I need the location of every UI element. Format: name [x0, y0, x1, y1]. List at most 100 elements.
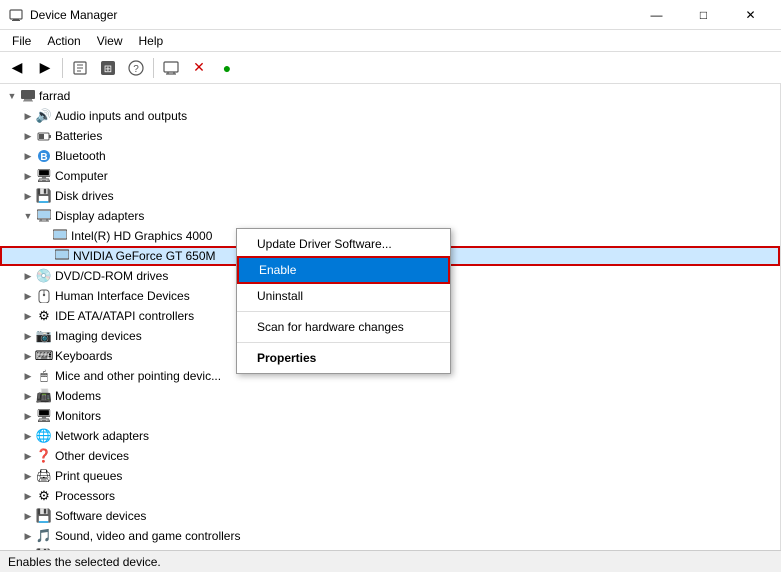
expand-arrow-processors[interactable]: ▶: [20, 486, 36, 506]
expand-arrow-intel: [36, 226, 52, 246]
tree-item-sound[interactable]: ▶ 🎵 Sound, video and game controllers: [0, 526, 780, 546]
menu-view[interactable]: View: [89, 32, 131, 50]
batteries-icon: [36, 128, 52, 144]
expand-arrow-print[interactable]: ▶: [20, 466, 36, 486]
ctx-sep-1: [237, 311, 450, 312]
tree-item-computer[interactable]: ▶ 🖥 Computer: [0, 166, 780, 186]
forward-button[interactable]: ▶: [32, 55, 58, 81]
batteries-label: Batteries: [55, 129, 102, 143]
intel-icon: [52, 228, 68, 244]
add-button[interactable]: ●: [214, 55, 240, 81]
expand-arrow-hid[interactable]: ▶: [20, 286, 36, 306]
hid-icon: [36, 288, 52, 304]
help-button[interactable]: ?: [123, 55, 149, 81]
sound-label: Sound, video and game controllers: [55, 529, 240, 543]
tree-item-audio[interactable]: ▶ 🔊 Audio inputs and outputs: [0, 106, 780, 126]
back-button[interactable]: ◀: [4, 55, 30, 81]
print-icon: 🖨: [36, 468, 52, 484]
tree-item-modems[interactable]: ▶ 📠 Modems: [0, 386, 780, 406]
ctx-enable[interactable]: Enable: [237, 256, 450, 284]
expand-arrow-storage[interactable]: ▶: [20, 546, 36, 550]
expand-arrow-dvd[interactable]: ▶: [20, 266, 36, 286]
dvd-label: DVD/CD-ROM drives: [55, 269, 168, 283]
maximize-button[interactable]: □: [681, 0, 726, 30]
expand-arrow-computer[interactable]: ▶: [20, 166, 36, 186]
window-controls[interactable]: — □ ✕: [634, 0, 773, 30]
tree-item-software[interactable]: ▶ 💾 Software devices: [0, 506, 780, 526]
tree-item-other[interactable]: ▶ ❓ Other devices: [0, 446, 780, 466]
storage-label: Storage controllers: [55, 549, 156, 550]
audio-icon: 🔊: [36, 108, 52, 124]
expand-arrow-bluetooth[interactable]: ▶: [20, 146, 36, 166]
tree-item-batteries[interactable]: ▶ Batteries: [0, 126, 780, 146]
expand-arrow-monitors[interactable]: ▶: [20, 406, 36, 426]
context-menu: Update Driver Software... Enable Uninsta…: [236, 228, 451, 374]
other-label: Other devices: [55, 449, 129, 463]
toolbar-separator-1: [62, 58, 63, 78]
software-icon: 💾: [36, 508, 52, 524]
tree-item-processors[interactable]: ▶ ⚙ Processors: [0, 486, 780, 506]
ctx-uninstall[interactable]: Uninstall: [237, 284, 450, 308]
ctx-properties[interactable]: Properties: [237, 346, 450, 370]
monitors-label: Monitors: [55, 409, 101, 423]
status-text: Enables the selected device.: [8, 555, 161, 569]
scan-button[interactable]: ⊞: [95, 55, 121, 81]
root-label: farrad: [39, 89, 70, 103]
storage-icon: 💾: [36, 548, 52, 550]
bluetooth-icon: B: [36, 148, 52, 164]
computer-label: Computer: [55, 169, 108, 183]
menu-file[interactable]: File: [4, 32, 39, 50]
remove-button[interactable]: ✕: [186, 55, 212, 81]
expand-arrow-network[interactable]: ▶: [20, 426, 36, 446]
expand-arrow-keyboards[interactable]: ▶: [20, 346, 36, 366]
hid-label: Human Interface Devices: [55, 289, 190, 303]
menu-help[interactable]: Help: [131, 32, 172, 50]
other-icon: ❓: [36, 448, 52, 464]
disk-icon: 💾: [36, 188, 52, 204]
title-bar: Device Manager — □ ✕: [0, 0, 781, 30]
expand-arrow-modems[interactable]: ▶: [20, 386, 36, 406]
nvidia-label: NVIDIA GeForce GT 650M: [73, 249, 216, 263]
tree-item-disk[interactable]: ▶ 💾 Disk drives: [0, 186, 780, 206]
expand-arrow-audio[interactable]: ▶: [20, 106, 36, 126]
properties-button[interactable]: [67, 55, 93, 81]
tree-item-storage[interactable]: ▶ 💾 Storage controllers: [0, 546, 780, 550]
expand-arrow-sound[interactable]: ▶: [20, 526, 36, 546]
expand-arrow-ide[interactable]: ▶: [20, 306, 36, 326]
modems-icon: 📠: [36, 388, 52, 404]
monitor-button[interactable]: [158, 55, 184, 81]
expand-arrow-batteries[interactable]: ▶: [20, 126, 36, 146]
sound-icon: 🎵: [36, 528, 52, 544]
computer-icon: [20, 88, 36, 104]
expand-arrow-other[interactable]: ▶: [20, 446, 36, 466]
app-icon: [8, 7, 24, 23]
modems-label: Modems: [55, 389, 101, 403]
mice-label: Mice and other pointing devic...: [55, 369, 221, 383]
expand-arrow-root[interactable]: ▼: [4, 86, 20, 106]
tree-item-network[interactable]: ▶ 🌐 Network adapters: [0, 426, 780, 446]
expand-arrow-software[interactable]: ▶: [20, 506, 36, 526]
svg-text:⊞: ⊞: [104, 64, 112, 75]
expand-arrow-mice[interactable]: ▶: [20, 366, 36, 386]
minimize-button[interactable]: —: [634, 0, 679, 30]
expand-arrow-nvidia: [38, 246, 54, 266]
close-button[interactable]: ✕: [728, 0, 773, 30]
ide-icon: ⚙: [36, 308, 52, 324]
nvidia-icon: [54, 248, 70, 264]
tree-item-root[interactable]: ▼ farrad: [0, 86, 780, 106]
imaging-icon: 📷: [36, 328, 52, 344]
dvd-icon: 💿: [36, 268, 52, 284]
expand-arrow-disk[interactable]: ▶: [20, 186, 36, 206]
expand-arrow-imaging[interactable]: ▶: [20, 326, 36, 346]
display-label: Display adapters: [55, 209, 144, 223]
processors-label: Processors: [55, 489, 115, 503]
ctx-scan[interactable]: Scan for hardware changes: [237, 315, 450, 339]
menu-action[interactable]: Action: [39, 32, 88, 50]
tree-item-monitors[interactable]: ▶ 🖥 Monitors: [0, 406, 780, 426]
ctx-update-driver[interactable]: Update Driver Software...: [237, 232, 450, 256]
expand-arrow-display[interactable]: ▼: [20, 206, 36, 226]
tree-item-print[interactable]: ▶ 🖨 Print queues: [0, 466, 780, 486]
tree-item-display[interactable]: ▼ Display adapters: [0, 206, 780, 226]
tree-item-bluetooth[interactable]: ▶ B Bluetooth: [0, 146, 780, 166]
svg-text:B: B: [40, 152, 47, 163]
